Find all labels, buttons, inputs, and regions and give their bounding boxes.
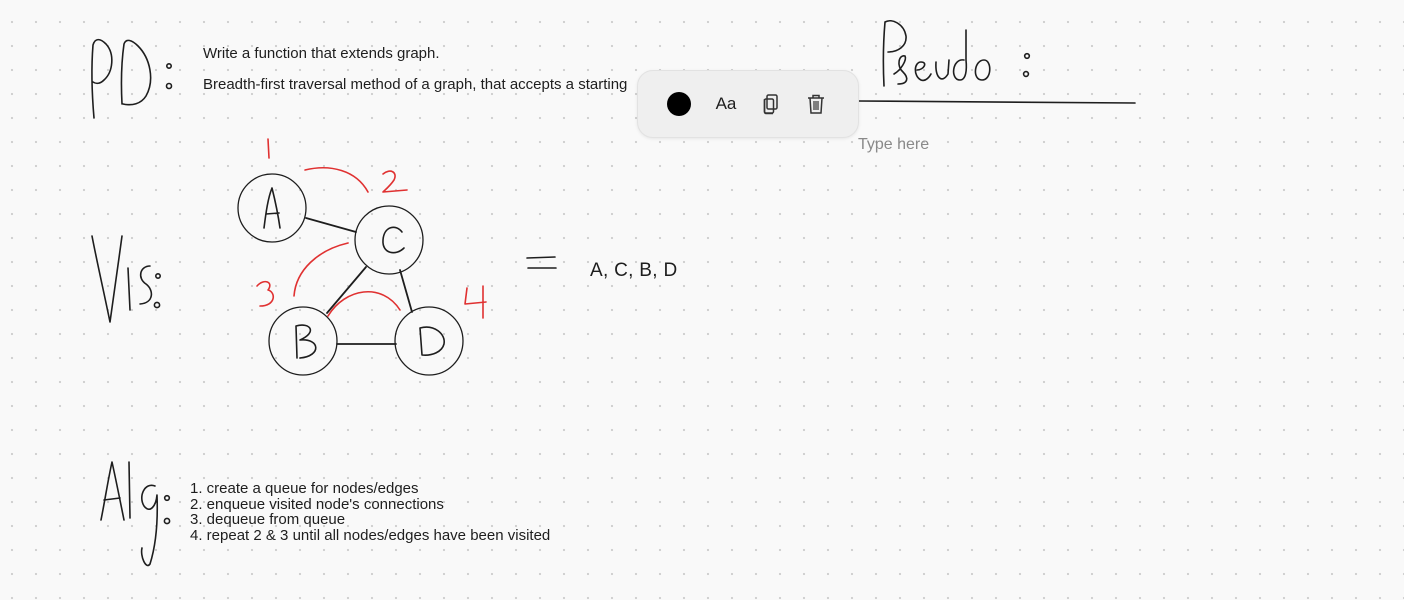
visit-number-4 — [464, 285, 487, 319]
edge-c-b — [326, 266, 367, 314]
visit-number-3 — [256, 280, 275, 307]
problem-line-1: Write a function that extends graph. — [203, 45, 440, 62]
heading-alg-handwritten — [100, 461, 171, 567]
visit-arc-a-c — [304, 167, 369, 193]
color-picker-button[interactable] — [666, 91, 692, 117]
edge-a-c — [305, 217, 357, 233]
traversal-result: A, C, B, D — [590, 260, 678, 281]
algorithm-step: 2. enqueue visited node's connections — [190, 495, 444, 513]
heading-pseudo-handwritten — [882, 20, 1031, 87]
visit-number-2 — [382, 170, 408, 193]
node-b-letter — [295, 324, 317, 359]
pseudo-underline — [857, 100, 1136, 104]
color-swatch-icon — [667, 92, 691, 116]
algorithm-step: 4. repeat 2 & 3 until all nodes/edges ha… — [190, 526, 551, 544]
visit-arc-b-d — [327, 290, 401, 317]
algorithm-step: 1. create a queue for nodes/edges — [190, 480, 419, 497]
node-a-circle — [237, 173, 307, 243]
node-d-circle — [394, 306, 464, 376]
node-letters — [263, 187, 445, 359]
selection-toolbar: Aa — [637, 70, 859, 138]
node-b-circle — [268, 306, 338, 376]
traversal-annotations — [256, 138, 487, 319]
algorithm-steps: 1. create a queue for nodes/edges 2. enq… — [190, 481, 550, 543]
problem-line-2: Breadth-first traversal method of a grap… — [203, 76, 628, 93]
visit-number-1 — [267, 138, 270, 159]
copy-button[interactable] — [758, 91, 784, 117]
edge-c-d — [399, 269, 413, 313]
pseudo-text-input[interactable] — [858, 136, 1058, 154]
heading-pd-handwritten — [91, 38, 173, 119]
graph-edges — [305, 217, 413, 345]
delete-button[interactable] — [803, 91, 829, 117]
equals-sign — [526, 256, 557, 269]
copy-icon — [763, 94, 778, 115]
algorithm-step: 3. dequeue from queue — [190, 511, 346, 528]
heading-vis-handwritten — [91, 235, 162, 323]
node-c-circle — [354, 205, 424, 275]
font-style-button[interactable]: Aa — [710, 91, 742, 117]
trash-icon — [808, 94, 824, 114]
node-a-letter — [263, 187, 281, 229]
visit-arc-c-b — [293, 242, 349, 297]
node-d-letter — [419, 326, 445, 356]
graph-nodes — [237, 173, 464, 376]
node-c-letter — [382, 226, 405, 254]
